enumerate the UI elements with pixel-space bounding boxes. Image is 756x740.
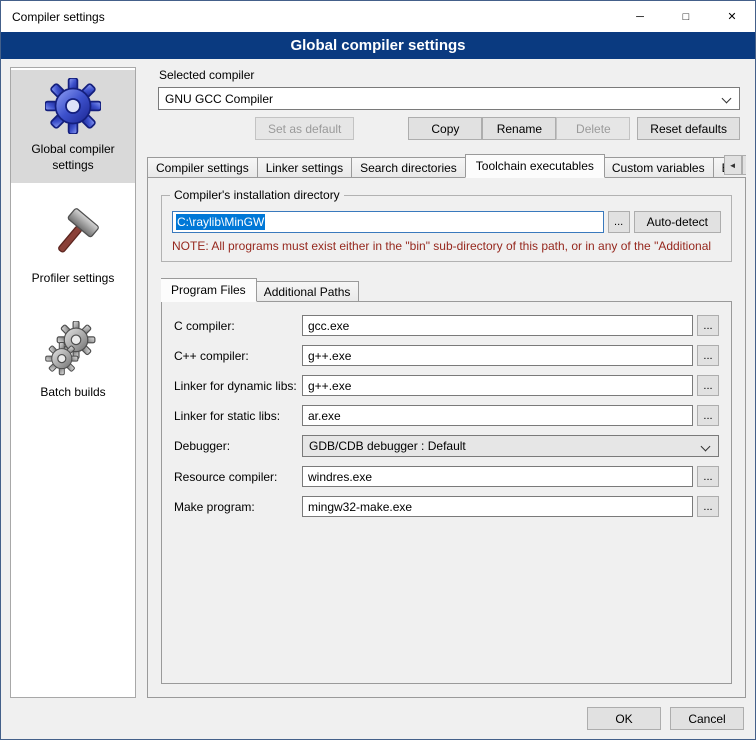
set-as-default-button[interactable]: Set as default	[255, 117, 354, 140]
make-program-browse-button[interactable]: ...	[697, 496, 719, 517]
copy-button[interactable]: Copy	[408, 117, 482, 140]
installation-directory-group: Compiler's installation directory C:\ray…	[161, 195, 732, 262]
dynamic-linker-label: Linker for dynamic libs:	[174, 379, 302, 393]
cpp-compiler-row: C++ compiler: ...	[174, 345, 719, 366]
sidebar-item-global-compiler-settings[interactable]: Global compiler settings	[11, 70, 135, 183]
window-title: Compiler settings	[1, 10, 105, 24]
hammer-icon	[46, 207, 100, 263]
cpp-compiler-label: C++ compiler:	[174, 349, 302, 363]
page-title: Global compiler settings	[1, 32, 755, 59]
compiler-actions: Set as default Copy Rename Delete Reset …	[158, 117, 740, 140]
c-compiler-row: C compiler: ...	[174, 315, 719, 336]
tab-compiler-settings[interactable]: Compiler settings	[147, 157, 258, 178]
tab-linker-settings[interactable]: Linker settings	[258, 157, 352, 178]
subtab-program-files[interactable]: Program Files	[161, 278, 257, 302]
static-linker-browse-button[interactable]: ...	[697, 405, 719, 426]
debugger-value: GDB/CDB debugger : Default	[309, 439, 466, 453]
dialog-footer: OK Cancel	[1, 698, 755, 739]
sidebar-item-profiler-settings[interactable]: Profiler settings	[11, 199, 135, 297]
reset-defaults-button[interactable]: Reset defaults	[637, 117, 740, 140]
selected-compiler-value: GNU GCC Compiler	[165, 92, 273, 106]
blue-gear-icon	[45, 78, 101, 134]
selected-compiler-section: Selected compiler GNU GCC Compiler Set a…	[147, 67, 746, 140]
tab-custom-variables[interactable]: Custom variables	[604, 157, 714, 178]
tab-scroll-left-button[interactable]: ◄	[724, 155, 742, 175]
tab-build-truncated[interactable]: Buil	[714, 157, 724, 178]
resource-compiler-browse-button[interactable]: ...	[697, 466, 719, 487]
debugger-label: Debugger:	[174, 439, 302, 453]
static-linker-input[interactable]	[302, 405, 693, 426]
c-compiler-input[interactable]	[302, 315, 693, 336]
subtab-additional-paths[interactable]: Additional Paths	[256, 281, 360, 302]
dynamic-linker-browse-button[interactable]: ...	[697, 375, 719, 396]
compiler-settings-dialog: Compiler settings ─ □ ✕ Global compiler …	[0, 0, 756, 740]
auto-detect-button[interactable]: Auto-detect	[634, 211, 721, 233]
program-files-panel: C compiler: ... C++ compiler: ... Linker…	[161, 301, 732, 684]
close-icon[interactable]: ✕	[709, 1, 755, 32]
directory-note: NOTE: All programs must exist either in …	[172, 239, 721, 253]
sidebar-item-label: Global compiler settings	[14, 142, 132, 173]
ok-button[interactable]: OK	[587, 707, 661, 730]
settings-sidebar: Global compiler settings Profiler settin…	[10, 67, 136, 698]
cancel-button[interactable]: Cancel	[670, 707, 744, 730]
resource-compiler-row: Resource compiler: ...	[174, 466, 719, 487]
resource-compiler-label: Resource compiler:	[174, 470, 302, 484]
chevron-down-icon	[722, 94, 732, 104]
settings-tabs: Compiler settings Linker settings Search…	[147, 154, 746, 178]
installation-directory-value: C:\raylib\MinGW	[176, 214, 265, 230]
sidebar-item-batch-builds[interactable]: Batch builds	[11, 313, 135, 411]
installation-directory-title: Compiler's installation directory	[170, 188, 344, 202]
toolchain-executables-panel: Compiler's installation directory C:\ray…	[147, 177, 746, 698]
selected-compiler-dropdown[interactable]: GNU GCC Compiler	[158, 87, 740, 110]
dialog-content: Global compiler settings Profiler settin…	[1, 59, 755, 698]
window-controls: ─ □ ✕	[617, 1, 755, 32]
tab-scroll-right-button[interactable]: ►	[742, 155, 746, 175]
delete-button[interactable]: Delete	[556, 117, 630, 140]
dynamic-linker-input[interactable]	[302, 375, 693, 396]
selected-compiler-label: Selected compiler	[159, 68, 740, 82]
gray-gears-icon	[44, 321, 102, 377]
resource-compiler-input[interactable]	[302, 466, 693, 487]
tab-scroll-buttons: ◄ ►	[724, 155, 746, 175]
chevron-down-icon	[701, 442, 711, 452]
titlebar: Compiler settings ─ □ ✕	[1, 1, 755, 32]
sidebar-item-label: Batch builds	[40, 385, 105, 401]
make-program-row: Make program: ...	[174, 496, 719, 517]
program-tabs: Program Files Additional Paths	[161, 278, 732, 302]
make-program-input[interactable]	[302, 496, 693, 517]
cpp-compiler-input[interactable]	[302, 345, 693, 366]
static-linker-row: Linker for static libs: ...	[174, 405, 719, 426]
minimize-icon[interactable]: ─	[617, 1, 663, 32]
main-panel: Selected compiler GNU GCC Compiler Set a…	[147, 67, 746, 698]
make-program-label: Make program:	[174, 500, 302, 514]
installation-directory-row: C:\raylib\MinGW ... Auto-detect	[172, 211, 721, 233]
cpp-compiler-browse-button[interactable]: ...	[697, 345, 719, 366]
rename-button[interactable]: Rename	[482, 117, 556, 140]
dynamic-linker-row: Linker for dynamic libs: ...	[174, 375, 719, 396]
installation-directory-input[interactable]: C:\raylib\MinGW	[172, 211, 604, 233]
tab-search-directories[interactable]: Search directories	[352, 157, 466, 178]
browse-directory-button[interactable]: ...	[608, 211, 630, 233]
debugger-dropdown[interactable]: GDB/CDB debugger : Default	[302, 435, 719, 457]
c-compiler-label: C compiler:	[174, 319, 302, 333]
sidebar-item-label: Profiler settings	[32, 271, 115, 287]
static-linker-label: Linker for static libs:	[174, 409, 302, 423]
c-compiler-browse-button[interactable]: ...	[697, 315, 719, 336]
maximize-icon[interactable]: □	[663, 1, 709, 32]
tab-toolchain-executables[interactable]: Toolchain executables	[465, 154, 605, 178]
debugger-row: Debugger: GDB/CDB debugger : Default	[174, 435, 719, 457]
